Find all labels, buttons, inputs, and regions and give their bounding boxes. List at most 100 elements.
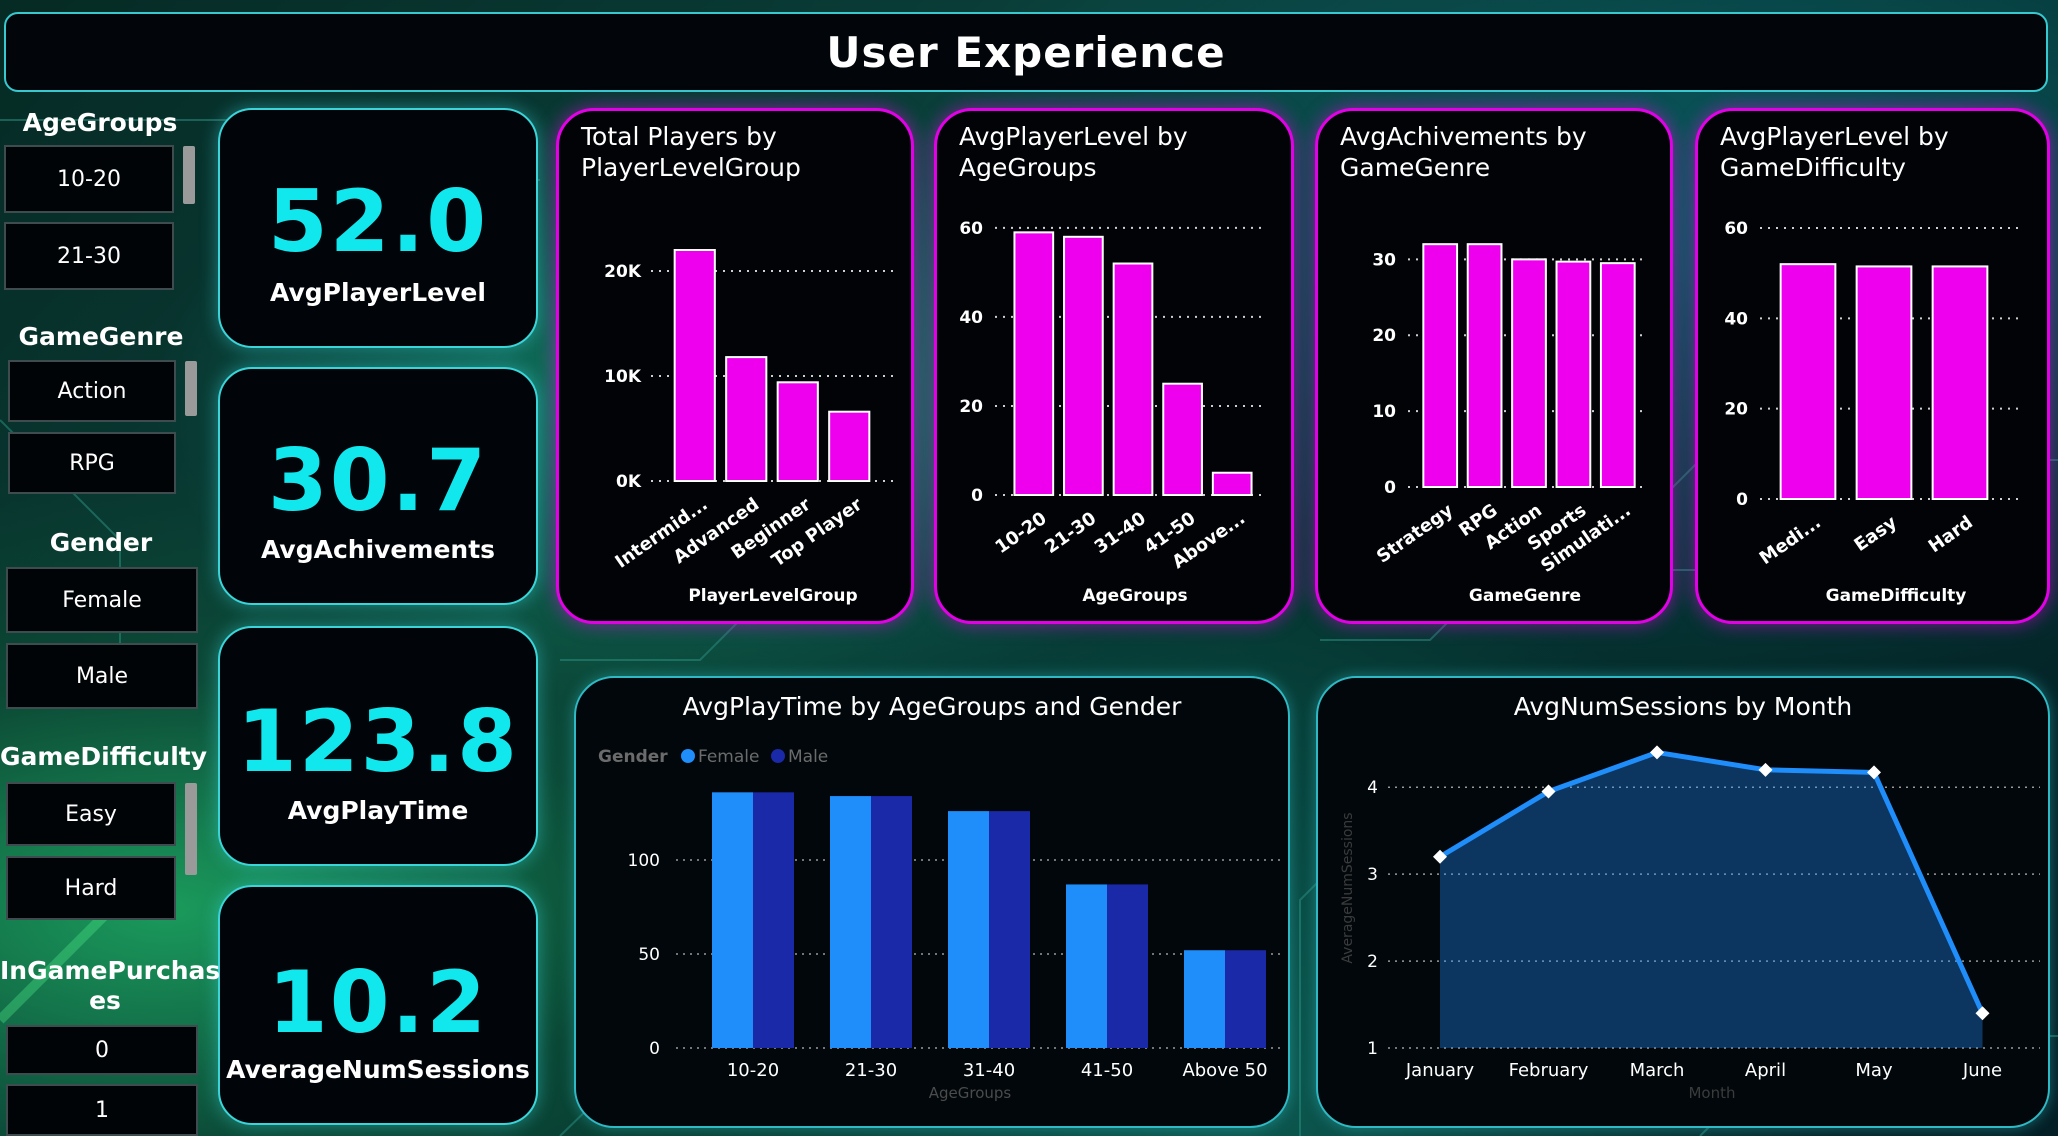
legend-label-male: Male [788, 747, 828, 767]
bar [1211, 471, 1253, 497]
bar [1063, 235, 1104, 496]
x-tick-label: February [1509, 1060, 1589, 1081]
bar-chart-player-level-by-age[interactable]: 020406010-2021-3031-4041-50Above...AgeGr… [937, 111, 1294, 624]
kpi-value: 52.0 [267, 172, 489, 272]
kpi-label: AverageNumSessions [226, 1055, 530, 1084]
y-tick-label: 40 [959, 308, 983, 328]
bar-chart-player-level-by-difficulty[interactable]: 0 20 40 60 Medi... Easy Hard GameDifficulty [1698, 111, 2050, 624]
bar [1779, 263, 1837, 500]
slicer-title-game-genre: GameGenre [18, 322, 184, 351]
bar-female [830, 796, 871, 1048]
y-tick-label: 3 [1367, 865, 1378, 885]
bar [1422, 243, 1459, 488]
y-tick-label: 4 [1367, 778, 1378, 798]
bar-chart-total-players[interactable]: 0K10K20KIntermid...AdvancedBeginnerTop P… [559, 111, 914, 624]
x-tick-label: 21-30 [1041, 508, 1100, 558]
clustered-bar-chart-playtime[interactable]: Gender Female Male 0 50 100 10-20 21-30 31-40 41-… [576, 678, 1290, 1128]
area-chart-sessions-by-month[interactable]: 1 2 3 4 AverageNumSessions January February Mar… [1318, 678, 2050, 1128]
bar-female [1184, 950, 1225, 1048]
y-tick-label: 20 [1372, 326, 1396, 346]
slicer-title-age-groups: AgeGroups [22, 108, 178, 137]
bar [776, 381, 819, 482]
bar [828, 410, 871, 483]
kpi-value: 123.8 [236, 692, 520, 792]
slicer-item-difficulty-hard[interactable]: Hard [6, 856, 176, 920]
slicer-item-difficulty-easy[interactable]: Easy [6, 782, 176, 846]
bar [1855, 265, 1913, 500]
chart-card-total-players[interactable]: Total Players by PlayerLevelGroup 0K 10K 2… [556, 108, 914, 624]
age-groups-scrollbar[interactable] [183, 146, 195, 204]
x-tick-label: January [1405, 1060, 1475, 1081]
x-axis-title: AgeGroups [1082, 586, 1187, 606]
kpi-value: 10.2 [267, 953, 489, 1053]
slicer-title-game-difficulty: GameDifficulty [0, 742, 208, 771]
y-tick-label: 50 [638, 945, 660, 965]
legend-swatch-male [771, 749, 785, 763]
area-fill [1440, 752, 1983, 1048]
bar-female [948, 811, 989, 1048]
x-axis-title: AgeGroups [929, 1084, 1012, 1102]
bar-male [871, 796, 912, 1048]
bar-chart-achievements-by-genre[interactable]: 0102030StrategyRPGActionSportsSimulati..… [1318, 111, 1673, 624]
bar [725, 356, 768, 483]
x-axis-title: Month [1688, 1084, 1735, 1102]
y-tick-label: 0K [616, 472, 642, 492]
kpi-card-avg-player-level: 52.0 AvgPlayerLevel [218, 108, 538, 348]
x-tick-label: June [1962, 1060, 2002, 1081]
y-tick-label: 2 [1367, 952, 1378, 972]
x-tick-label: March [1630, 1060, 1685, 1081]
kpi-label: AvgPlayTime [287, 796, 469, 825]
game-difficulty-scrollbar[interactable] [185, 783, 197, 875]
kpi-value: 30.7 [267, 431, 489, 531]
chart-card-player-level-by-age[interactable]: AvgPlayerLevel by AgeGroups 0 20 40 60 10-20… [934, 108, 1294, 624]
x-tick-label: 31-40 [1091, 508, 1150, 558]
slicer-item-genre-rpg[interactable]: RPG [8, 432, 176, 494]
y-tick-label: 10K [604, 367, 642, 387]
bar-male [753, 792, 794, 1048]
slicer-title-gender: Gender [49, 528, 153, 557]
x-axis-title: GameDifficulty [1826, 586, 1967, 606]
x-tick-label: Strategy [1373, 500, 1457, 568]
chart-card-achievements-by-genre[interactable]: AvgAchivements by GameGenre 0 10 20 30 Strat… [1315, 108, 1673, 624]
bar [1599, 262, 1636, 488]
legend-label-female: Female [698, 747, 759, 767]
y-tick-label: 60 [959, 219, 983, 239]
x-axis-title: GameGenre [1469, 586, 1581, 606]
kpi-label: AvgAchivements [260, 535, 496, 564]
x-tick-label: 10-20 [991, 508, 1050, 558]
bar-female [1066, 884, 1107, 1048]
x-tick-label: 41-50 [1081, 1060, 1133, 1081]
slicer-item-purchases-0[interactable]: 0 [6, 1025, 198, 1075]
x-tick-label: 21-30 [845, 1060, 897, 1081]
slicer-item-gender-female[interactable]: Female [6, 567, 198, 633]
bar [673, 249, 716, 482]
slicer-item-genre-action[interactable]: Action [8, 360, 176, 422]
dashboard-title-bar: User Experience [4, 12, 2048, 92]
y-tick-label: 40 [1724, 309, 1748, 329]
slicer-item-gender-male[interactable]: Male [6, 643, 198, 709]
y-tick-label: 0 [649, 1039, 660, 1059]
y-tick-label: 0 [1384, 478, 1396, 498]
chart-card-sessions-by-month[interactable]: AvgNumSessions by Month 1 2 3 4 AverageNumSe… [1316, 676, 2050, 1128]
chart-card-playtime-by-age-gender[interactable]: AvgPlayTime by AgeGroups and Gender Gend… [574, 676, 1290, 1128]
bar [1013, 231, 1055, 497]
slicer-item-purchases-1[interactable]: 1 [6, 1084, 198, 1136]
game-genre-scrollbar[interactable] [185, 361, 197, 416]
x-tick-label: Medi... [1756, 512, 1825, 569]
y-tick-label: 20 [959, 397, 983, 417]
y-tick-label: 60 [1724, 219, 1748, 239]
x-tick-label: May [1855, 1060, 1893, 1081]
y-tick-label: 20K [604, 262, 642, 282]
x-tick-label: 10-20 [727, 1060, 779, 1081]
slicer-item-age-10-20[interactable]: 10-20 [4, 145, 174, 213]
chart-card-player-level-by-difficulty[interactable]: AvgPlayerLevel by GameDifficulty 0 20 40 60… [1695, 108, 2050, 624]
legend-title: Gender [598, 747, 668, 767]
page-title: User Experience [826, 27, 1226, 77]
x-tick-label: 31-40 [963, 1060, 1015, 1081]
slicer-item-age-21-30[interactable]: 21-30 [4, 222, 174, 290]
bar [1511, 258, 1547, 488]
bar [1112, 262, 1154, 496]
bar-female [712, 792, 753, 1048]
slicer-title-in-game-purchases: InGamePurchas es [0, 956, 220, 1016]
y-tick-label: 10 [1372, 402, 1396, 422]
